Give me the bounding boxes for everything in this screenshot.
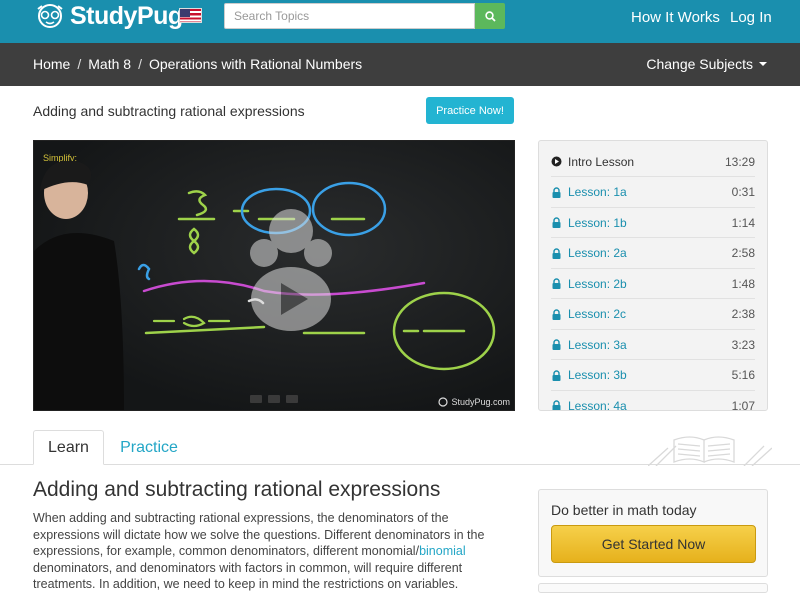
breadcrumb-separator: /: [77, 56, 82, 72]
studypug-logo[interactable]: StudyPug: [34, 2, 183, 30]
promo-box: Do better in math today Get Started Now: [538, 489, 768, 577]
lesson-item-name: Intro Lesson: [568, 154, 635, 169]
instructor-image: [34, 161, 124, 410]
sidebar-box: [538, 583, 768, 593]
lock-icon: [552, 186, 561, 198]
lock-icon: [552, 308, 561, 320]
breadcrumb-home[interactable]: Home: [33, 56, 70, 72]
pug-logo-icon: [37, 4, 63, 28]
open-book-icon: [648, 436, 772, 466]
lesson-item-name: Lesson: 2c: [568, 307, 627, 321]
lesson-item-name: Lesson: 1b: [568, 215, 627, 230]
search-button[interactable]: [475, 3, 505, 29]
play-circle-icon: [551, 156, 562, 167]
lesson-item[interactable]: Lesson: 2a 2:58: [551, 239, 755, 269]
lesson-item-duration: 3:23: [731, 337, 755, 352]
lock-icon: [552, 369, 561, 381]
tab-practice[interactable]: Practice: [104, 430, 194, 465]
lesson-item-duration: 13:29: [724, 154, 755, 169]
change-subjects-label: Change Subjects: [646, 56, 753, 72]
lesson-item[interactable]: Lesson: 2b 1:48: [551, 269, 755, 299]
us-flag-icon[interactable]: [179, 8, 202, 23]
lesson-item-duration: 2:58: [731, 246, 755, 260]
lock-icon: [552, 339, 561, 350]
practice-now-button[interactable]: Practice Now!: [426, 97, 514, 124]
search-icon: [484, 10, 496, 22]
lesson-list[interactable]: Intro Lesson 13:29 Lesson: 1a 0:31 Lesson: 1…: [538, 140, 768, 411]
lesson-item[interactable]: Intro Lesson 13:29: [551, 147, 755, 177]
lock-icon: [552, 400, 561, 410]
lesson-item-duration: 1:14: [731, 215, 755, 230]
top-header: StudyPug How It Works Log In: [0, 0, 800, 43]
change-subjects-dropdown[interactable]: Change Subjects: [646, 56, 767, 72]
article-body: When adding and subtracting rational exp…: [33, 511, 485, 591]
breadcrumb: Home / Math 8 / Operations with Rational…: [33, 56, 362, 72]
lesson-title: Adding and subtracting rational expressi…: [33, 103, 305, 119]
tab-learn[interactable]: Learn: [33, 430, 104, 465]
log-in-link[interactable]: Log In: [730, 9, 772, 26]
lesson-item[interactable]: Lesson: 1b 1:14: [551, 208, 755, 238]
video-player[interactable]: Simplify: StudyPug.com: [33, 140, 515, 411]
lesson-item-name: Lesson: 4a: [568, 398, 627, 411]
breadcrumb-separator: /: [138, 56, 142, 72]
lesson-item[interactable]: Lesson: 3a 3:23: [551, 330, 755, 360]
pug-watermark-icon: [438, 397, 449, 407]
play-icon[interactable]: [250, 209, 332, 331]
get-started-button[interactable]: Get Started Now: [551, 525, 756, 563]
lock-icon: [552, 217, 561, 228]
caret-down-icon: [759, 62, 767, 66]
lock-icon: [552, 278, 561, 289]
video-controls[interactable]: [234, 395, 314, 405]
how-it-works-link[interactable]: How It Works: [631, 9, 720, 26]
lesson-item[interactable]: Lesson: 4a 1:07: [551, 391, 755, 411]
lesson-item-duration: 5:16: [731, 368, 755, 382]
binomial-link[interactable]: binomial: [419, 544, 466, 558]
breadcrumb-math-8[interactable]: Math 8: [88, 56, 131, 72]
lock-icon: [552, 247, 561, 259]
brand-name: StudyPug: [70, 1, 183, 30]
lesson-item-name: Lesson: 1a: [568, 185, 627, 199]
lesson-item-duration: 1:07: [731, 398, 755, 411]
lesson-item-duration: 2:38: [731, 307, 755, 321]
lesson-item-name: Lesson: 3b: [568, 368, 627, 382]
lesson-item-name: Lesson: 3a: [568, 337, 627, 352]
breadcrumb-operations[interactable]: Operations with Rational Numbers: [149, 56, 362, 72]
breadcrumb-bar: Home / Math 8 / Operations with Rational…: [0, 43, 800, 86]
lesson-item-duration: 1:48: [731, 276, 755, 291]
lesson-item[interactable]: Lesson: 1a 0:31: [551, 178, 755, 208]
video-watermark: StudyPug.com: [438, 397, 510, 407]
promo-title: Do better in math today: [551, 502, 697, 518]
search-input[interactable]: [224, 3, 475, 29]
lesson-item[interactable]: Lesson: 3b 5:16: [551, 361, 755, 391]
lesson-item-name: Lesson: 2a: [568, 246, 627, 260]
lesson-item-duration: 0:31: [731, 185, 755, 199]
lesson-item[interactable]: Lesson: 2c 2:38: [551, 300, 755, 330]
article-title: Adding and subtracting rational expressi…: [33, 478, 441, 501]
lesson-item-name: Lesson: 2b: [568, 276, 627, 291]
